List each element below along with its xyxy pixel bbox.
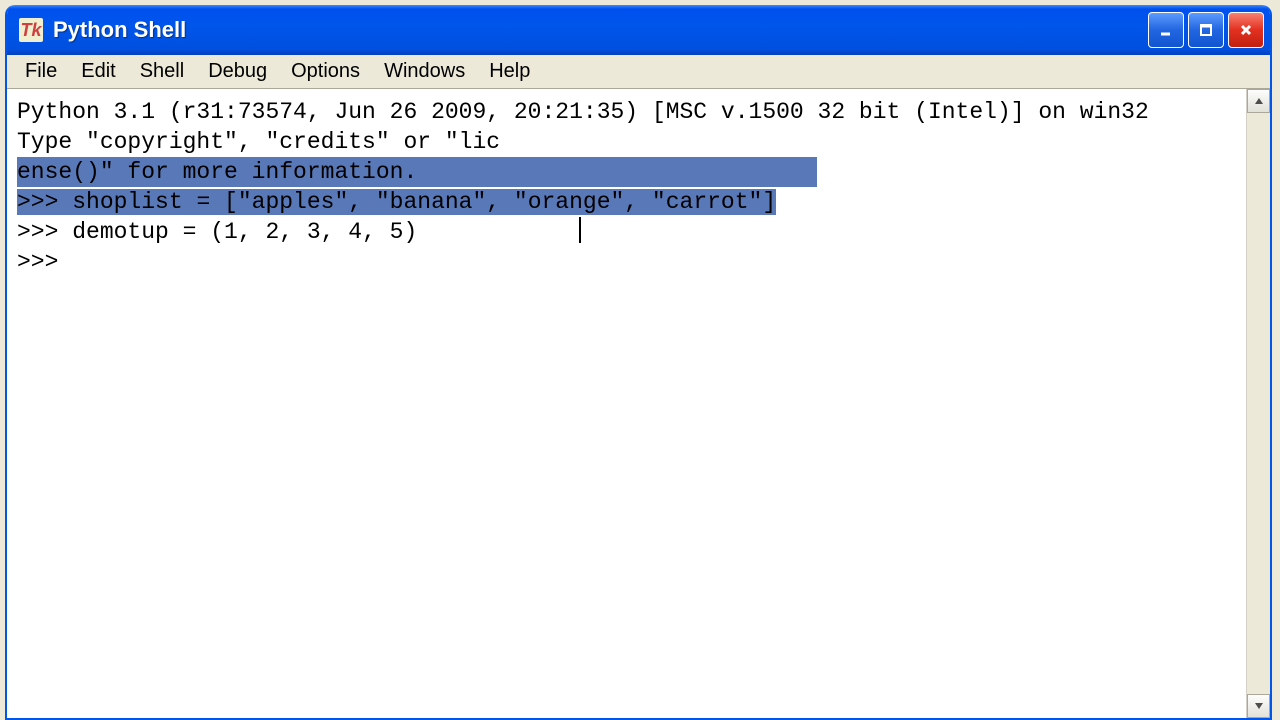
window-title: Python Shell <box>53 17 1148 43</box>
menu-windows[interactable]: Windows <box>372 56 477 87</box>
scroll-up-button[interactable] <box>1247 89 1270 113</box>
application-window: Tk Python Shell File Edit Shell Debug Op… <box>5 5 1272 720</box>
app-icon: Tk <box>19 18 43 42</box>
close-button[interactable] <box>1228 12 1264 48</box>
menu-shell[interactable]: Shell <box>128 56 196 87</box>
menu-file[interactable]: File <box>13 56 69 87</box>
menu-debug[interactable]: Debug <box>196 56 279 87</box>
scroll-down-button[interactable] <box>1247 694 1270 718</box>
content-area: Python 3.1 (r31:73574, Jun 26 2009, 20:2… <box>7 89 1270 718</box>
terminal[interactable]: Python 3.1 (r31:73574, Jun 26 2009, 20:2… <box>7 89 1246 718</box>
menu-options[interactable]: Options <box>279 56 372 87</box>
info-text-selected: ense()" for more information. <box>17 157 817 187</box>
prompt-1: >>> <box>17 189 72 215</box>
prompt-3: >>> <box>17 249 72 275</box>
titlebar[interactable]: Tk Python Shell <box>7 5 1270 55</box>
code-line-1: shoplist = ["apples", "banana", "orange"… <box>72 189 776 215</box>
menu-help[interactable]: Help <box>477 56 542 87</box>
code-line-2: demotup = (1, 2, 3, 4, 5) <box>72 219 417 245</box>
window-controls <box>1148 12 1264 48</box>
minimize-button[interactable] <box>1148 12 1184 48</box>
python-banner: Python 3.1 (r31:73574, Jun 26 2009, 20:2… <box>17 99 1149 125</box>
vertical-scrollbar[interactable] <box>1246 89 1270 718</box>
menu-edit[interactable]: Edit <box>69 56 127 87</box>
menubar: File Edit Shell Debug Options Windows He… <box>7 55 1270 89</box>
text-cursor <box>579 217 581 243</box>
prompt-2: >>> <box>17 219 72 245</box>
info-text-start: Type "copyright", "credits" or "lic <box>17 129 500 155</box>
maximize-button[interactable] <box>1188 12 1224 48</box>
